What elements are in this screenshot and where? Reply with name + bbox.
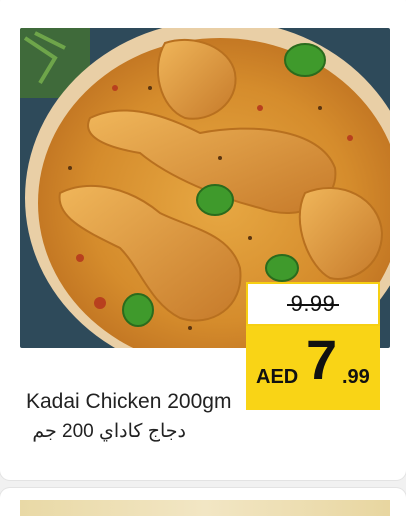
product-title-ar[interactable]: دجاج كاداي 200 جم: [26, 420, 186, 443]
old-price-band: 9.99: [246, 282, 380, 326]
new-price-band: AED 7 .99: [246, 326, 380, 410]
next-product-card[interactable]: [0, 488, 406, 528]
product-card[interactable]: 9.99 AED 7 .99 Kadai Chicken 200gm دجاج …: [0, 0, 406, 480]
old-price: 9.99: [286, 291, 340, 316]
price-decimal: .99: [342, 366, 370, 388]
price-box: 9.99 AED 7 .99: [246, 282, 380, 410]
currency-label: AED: [256, 366, 299, 388]
next-product-image: [20, 500, 390, 516]
product-title-en[interactable]: Kadai Chicken 200gm: [26, 390, 231, 414]
price-integer: 7: [306, 328, 338, 391]
